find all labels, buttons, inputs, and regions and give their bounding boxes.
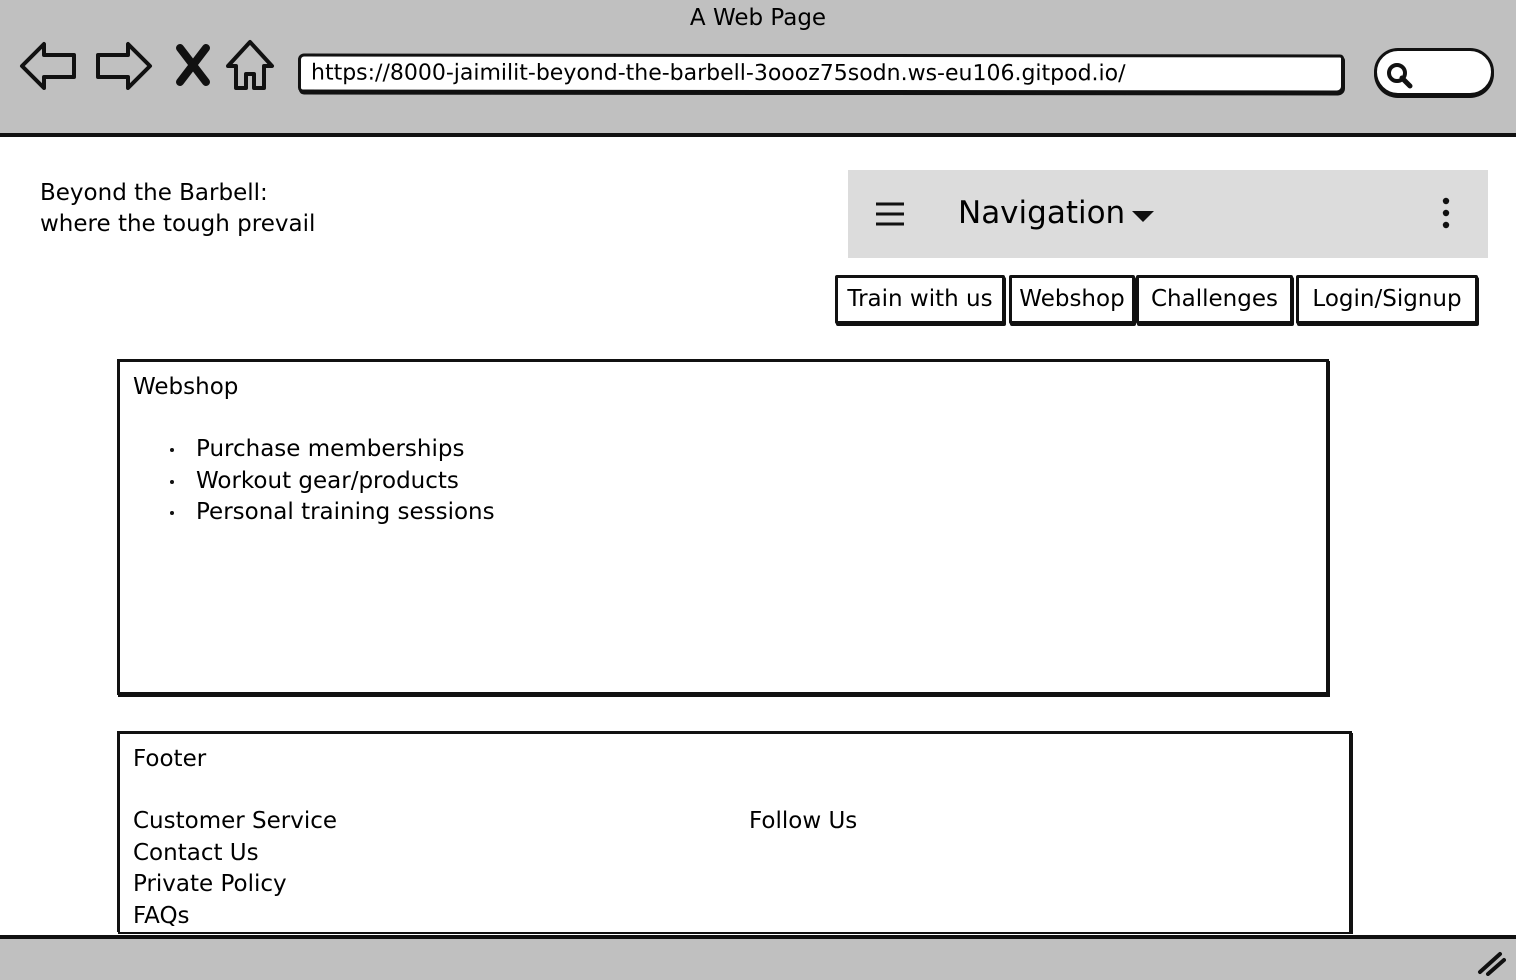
home-icon[interactable] [222, 36, 282, 96]
browser-search-field[interactable] [1374, 48, 1494, 96]
webshop-title: Webshop [133, 374, 239, 400]
footer-title: Footer [133, 746, 207, 772]
browser-window: A Web Page https://8000-jaimilit-beyond-… [0, 0, 1516, 980]
tab-challenges[interactable]: Challenges [1136, 275, 1293, 324]
faqs-link[interactable]: FAQs [133, 901, 337, 933]
list-item[interactable]: Purchase memberships [168, 434, 495, 466]
url-bar[interactable]: https://8000-jaimilit-beyond-the-barbell… [297, 53, 1345, 94]
follow-us-heading: Follow Us [749, 808, 858, 834]
list-item[interactable]: Personal training sessions [168, 497, 495, 529]
navigation-title[interactable]: Navigation [958, 192, 1125, 234]
footer-panel: Footer Customer Service Contact Us Priva… [117, 731, 1352, 932]
browser-toolbar: A Web Page https://8000-jaimilit-beyond-… [0, 0, 1516, 137]
customer-service-heading: Customer Service [133, 808, 338, 834]
site-tagline: Beyond the Barbell: where the tough prev… [40, 178, 315, 240]
caret-down-icon[interactable] [1131, 208, 1155, 222]
navigation-bar: Navigation [848, 170, 1488, 258]
hamburger-menu-icon[interactable] [874, 200, 906, 228]
private-policy-link[interactable]: Private Policy [133, 869, 337, 901]
kebab-menu-icon[interactable] [1436, 196, 1456, 232]
contact-us-link[interactable]: Contact Us [133, 838, 337, 870]
tagline-line-2: where the tough prevail [40, 211, 316, 237]
list-item[interactable]: Workout gear/products [168, 466, 495, 498]
back-arrow-icon[interactable] [18, 36, 78, 96]
search-icon [1387, 63, 1413, 89]
webshop-panel: Webshop Purchase memberships Workout gea… [117, 359, 1329, 695]
customer-service-column: Customer Service Contact Us Private Poli… [133, 806, 337, 932]
browser-status-bar [0, 935, 1516, 980]
follow-us-column: Follow Us [749, 806, 857, 838]
close-x-icon[interactable] [170, 36, 230, 96]
tab-train-with-us[interactable]: Train with us [835, 275, 1005, 324]
tab-login-signup[interactable]: Login/Signup [1296, 275, 1478, 324]
forward-arrow-icon[interactable] [94, 36, 154, 96]
window-title: A Web Page [689, 5, 827, 31]
webshop-list: Purchase memberships Workout gear/produc… [168, 434, 495, 529]
tab-webshop[interactable]: Webshop [1009, 275, 1135, 324]
tagline-line-1: Beyond the Barbell: [40, 180, 268, 206]
resize-grip-icon[interactable] [1476, 948, 1506, 976]
